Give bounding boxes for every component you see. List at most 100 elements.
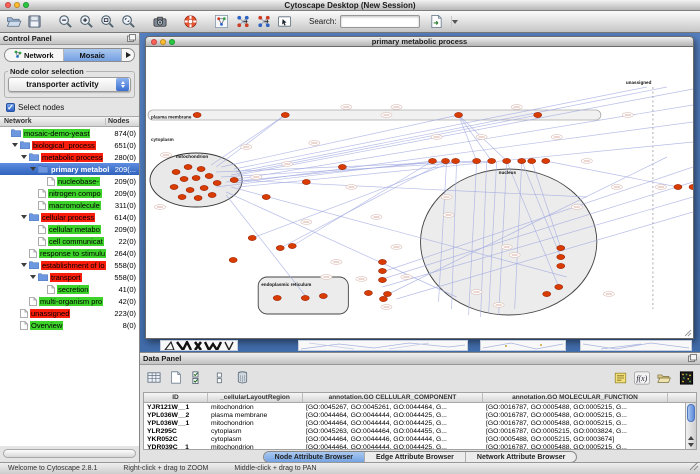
tree-row[interactable]: secretion41(0) [0,283,139,295]
float-panel-icon[interactable] [127,34,136,44]
tree-row[interactable]: cellular metabo209(0) [0,223,139,235]
network-edge[interactable] [234,87,647,169]
network-node[interactable] [364,290,372,295]
network-node[interactable] [208,192,216,197]
tab-network[interactable]: Network [5,49,63,61]
float-panel-icon[interactable] [688,354,697,364]
network-node[interactable] [213,180,221,185]
network-node[interactable] [379,296,387,301]
control-panel-hscrollbar[interactable] [3,449,136,458]
network-node[interactable] [302,179,310,184]
tree-row[interactable]: establishment of lo558(0) [0,259,139,271]
tree-row[interactable]: transport558(0) [0,271,139,283]
camera-icon[interactable] [151,13,168,30]
network-node[interactable] [248,235,256,240]
network-node[interactable] [378,268,386,273]
select-attributes-icon[interactable] [189,369,207,387]
network-edge[interactable] [546,161,678,187]
network-node[interactable] [184,164,192,169]
network-node[interactable] [518,158,526,163]
background-window-fragment[interactable] [580,340,692,351]
open-icon[interactable] [5,13,22,30]
network-node[interactable] [378,259,386,264]
network-node[interactable] [178,194,186,199]
column-header[interactable]: ID [144,393,208,402]
background-window-logo-fragment[interactable] [160,340,238,351]
tab-node-attribute-browser[interactable]: Node Attribute Browser [264,452,364,462]
zoom-button[interactable] [23,2,29,8]
network-node[interactable] [455,112,463,117]
network-node[interactable] [557,254,565,259]
network-edge[interactable] [221,115,458,167]
tab-network-attribute-browser[interactable]: Network Attribute Browser [465,452,576,462]
column-header[interactable]: annotation.GO CELLULAR_COMPONENT [303,393,483,402]
network-node[interactable] [557,263,565,268]
node-color-dropdown[interactable]: transporter activity [8,77,131,92]
disclosure-triangle-icon[interactable] [21,155,27,159]
network-node[interactable] [194,195,202,200]
network-node[interactable] [378,277,386,282]
tree-row[interactable]: unassigned223(0) [0,307,139,319]
network-node[interactable] [205,173,213,178]
open-folder-icon[interactable] [655,369,673,387]
network-node[interactable] [488,158,496,163]
disclosure-triangle-icon[interactable] [30,167,36,171]
zoom-box-icon[interactable] [99,13,116,30]
network-node[interactable] [542,158,550,163]
network-node[interactable] [197,166,205,171]
network-node[interactable] [674,184,682,189]
tree-row[interactable]: cellular process614(0) [0,211,139,223]
save-icon[interactable] [26,13,43,30]
network-node[interactable] [170,184,178,189]
network-node[interactable] [383,291,391,296]
function-icon[interactable]: f(x) [633,369,651,387]
unselect-attributes-icon[interactable] [211,369,229,387]
search-dropdown-arrow[interactable] [451,16,458,27]
background-window-fragment[interactable] [298,340,468,351]
table-row[interactable]: YPL036W__1mitochondrion[GO:0044464, GO:0… [144,419,696,427]
minimize-button[interactable] [14,2,20,8]
network-node[interactable] [172,169,180,174]
network-node[interactable] [555,284,563,289]
network-node[interactable] [288,243,296,248]
network-node[interactable] [193,112,201,117]
network-blue-icon[interactable] [234,13,251,30]
zoom-fit-icon[interactable] [120,13,137,30]
matrix-icon[interactable] [677,369,695,387]
network-node[interactable] [200,185,208,190]
network-node[interactable] [276,245,284,250]
network-node[interactable] [319,293,327,298]
network-node[interactable] [301,295,309,300]
network-node[interactable] [192,175,200,180]
column-header[interactable]: annotation.GO MOLECULAR_FUNCTION [483,393,668,402]
attr-table-icon[interactable] [145,369,163,387]
network-red-icon[interactable] [255,13,272,30]
tabs-overflow-arrow[interactable] [121,49,134,61]
table-row[interactable]: YPL036W__2plasma membrane[GO:0044464, GO… [144,411,696,419]
scrollbar-thumb[interactable] [687,404,695,422]
network-node[interactable] [503,158,511,163]
network-node[interactable] [338,164,346,169]
network-edge[interactable] [211,115,285,165]
network-node[interactable] [557,245,565,250]
network-node[interactable] [186,187,194,192]
network-node[interactable] [229,257,237,262]
delete-attribute-icon[interactable] [233,369,251,387]
tree-row[interactable]: nucleobase-209(0) [0,175,139,187]
network-node[interactable] [180,176,188,181]
tree-column-network[interactable]: Network [0,118,106,125]
tree-row[interactable]: mosaic-demo-yeast874(0) [0,127,139,139]
new-attribute-icon[interactable] [167,369,185,387]
network-canvas[interactable]: plasma membrane cytoplasm mitochondrion … [145,47,694,339]
network-node[interactable] [534,112,542,117]
network-node[interactable] [473,158,481,163]
tree-row[interactable]: nitrogen compo209(0) [0,187,139,199]
network-node[interactable] [262,194,270,199]
import-icon[interactable] [428,13,445,30]
column-header[interactable]: _cellularLayoutRegion [208,393,303,402]
background-window-fragment[interactable] [480,340,566,351]
disclosure-triangle-icon[interactable] [12,143,18,147]
table-vscrollbar[interactable] [685,403,696,449]
network-zoom-button[interactable] [169,39,175,45]
network-window-titlebar[interactable]: primary metabolic process [145,36,694,47]
